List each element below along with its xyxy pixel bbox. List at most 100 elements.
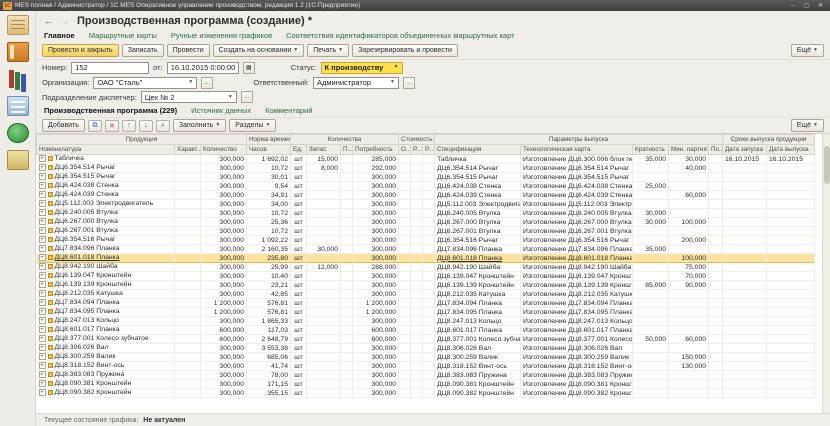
expander-icon[interactable]: + [39,299,46,306]
post-button[interactable]: Провести [167,44,210,57]
print-button[interactable]: Печать▼ [307,44,349,57]
move-up-icon[interactable]: ↑ [122,120,136,132]
column-header-charact[interactable]: Характ... [175,145,201,155]
column-header-o[interactable]: О... [399,145,411,155]
table-row[interactable]: +ДЦ8.090.381 Кронштейн300,000171,15шт300… [37,380,815,389]
table-row[interactable]: +ДЦ8.377.001 Колесо зубчатое600,0002 648… [37,335,815,344]
table-row[interactable]: +ДЦ8.318.152 Винт-ось300,00041,74шт300,0… [37,362,815,371]
expander-icon[interactable]: + [39,353,46,360]
expander-icon[interactable]: + [39,371,46,378]
expander-icon[interactable]: + [39,227,46,234]
responsible-select[interactable]: Администратор ▼ [313,77,399,89]
delete-row-icon[interactable]: ✕ [105,120,119,132]
expander-icon[interactable]: + [39,218,46,225]
page-data-source[interactable]: Источник данных [191,106,251,115]
expander-icon[interactable]: + [39,272,46,279]
expander-icon[interactable]: + [39,326,46,333]
column-header-unit[interactable]: Ед. [291,145,307,155]
move-down-icon[interactable]: ↓ [139,120,153,132]
department-select[interactable]: Цех № 2 ▼ [141,91,237,103]
table-row[interactable]: +ДЦ6.424.039 Стенка300,00034,91шт300,000… [37,191,815,200]
column-header-demand[interactable]: Потребность [353,145,399,155]
organization-select[interactable]: ОАО "Сталь" ▼ [93,77,197,89]
expander-icon[interactable]: + [39,164,46,171]
column-header-p[interactable]: П... [341,145,353,155]
table-row[interactable]: +ДЦ8.601.018 Планка300,000235,80шт300,00… [37,254,815,263]
column-group-header[interactable]: Параметры выпуска [435,135,723,145]
expander-icon[interactable]: + [39,236,46,243]
expander-icon[interactable]: + [39,182,46,189]
expander-icon[interactable]: + [39,281,46,288]
column-header-minb[interactable]: Мин. партия [669,145,709,155]
date-input[interactable] [167,62,239,74]
column-header-launch[interactable]: Дата запуска [723,145,767,155]
expander-icon[interactable]: + [39,173,46,180]
sidebar-catalogs-icon[interactable] [7,69,29,89]
expander-icon[interactable]: + [39,263,46,270]
column-header-qty[interactable]: Количество [201,145,247,155]
expander-icon[interactable]: + [39,389,46,396]
column-group-header[interactable]: Количества [291,135,399,145]
vertical-scrollbar[interactable] [822,134,830,413]
expander-icon[interactable]: + [39,380,46,387]
column-header-stock[interactable]: Запас [307,145,341,155]
column-header-mult[interactable]: Кратность [633,145,669,155]
sidebar-exchange-icon[interactable] [7,123,29,143]
table-row[interactable]: +ДЦ6.267.001 Втулка300,00010,72шт300,000… [37,227,815,236]
tab-route-maps[interactable]: Маршрутные карты [89,31,157,40]
table-row[interactable]: +ДЦ5.112.003 Электродвигатель300,00034,0… [37,200,815,209]
column-header-r2[interactable]: Р... [423,145,435,155]
copy-row-icon[interactable]: ⧉ [88,120,102,132]
column-header-release[interactable]: Дата выпуска [767,145,815,155]
expander-icon[interactable]: + [39,245,46,252]
table-row[interactable]: +ДЦ6.354.516 Рычаг300,0001 092,22шт300,0… [37,236,815,245]
create-based-on-button[interactable]: Создать на основании▼ [213,44,305,57]
table-row[interactable]: +ДЦ8.212.035 Катушка300,00042,85шт300,00… [37,290,815,299]
back-button[interactable]: ← [42,15,55,27]
table-row[interactable]: +ДЦ8.090.382 Кронштейн300,000355,15шт300… [37,389,815,398]
expander-icon[interactable]: + [39,335,46,342]
table-row[interactable]: +ДЦ7.834.096 Планка300,0002 160,35шт30,0… [37,245,815,254]
page-comment[interactable]: Комментарий [265,106,312,115]
table-row[interactable]: +ДЦ8.247.013 Кольцо300,0001 865,33шт300,… [37,317,815,326]
more-button[interactable]: Ещё▼ [791,44,824,57]
calendar-icon[interactable]: ▦ [243,62,255,74]
table-row[interactable]: +ДЦ8.601.017 Планка600,000117,03шт600,00… [37,326,815,335]
expander-icon[interactable]: + [39,308,46,315]
maximize-button[interactable]: ◻ [800,1,813,10]
post-and-close-button[interactable]: Провести и закрыть [42,44,119,57]
department-choose-icon[interactable]: … [241,91,253,103]
close-button[interactable]: ✕ [814,1,827,10]
table-row[interactable]: +ДЦ6.354.514 Рычаг300,00010,72шт8,000292… [37,164,815,173]
table-row[interactable]: +Табличка300,0001 692,02шт15,000285,000Т… [37,155,815,164]
tab-main[interactable]: Главное [44,31,75,40]
status-select[interactable]: К производству ▼ [321,62,403,74]
add-row-button[interactable]: Добавить [42,119,85,132]
table-row[interactable]: +ДЦ6.354.515 Рычаг300,00030,01шт300,000Д… [37,173,815,182]
expander-icon[interactable]: + [39,209,46,216]
table-row[interactable]: +ДЦ8.300.259 Валик300,000685,06шт300,000… [37,353,815,362]
page-production-program[interactable]: Производственная программа (229) [44,106,177,115]
column-group-header[interactable]: Норма времени [247,135,291,145]
expander-icon[interactable]: + [39,200,46,207]
organization-choose-icon[interactable]: … [201,77,213,89]
number-input[interactable] [71,62,149,74]
column-header-tech[interactable]: Технологическая карта [521,145,633,155]
sidebar-archive-icon[interactable] [7,150,29,170]
table-row[interactable]: +ДЦ8.942.190 Шайба300,00025,99шт12,00028… [37,263,815,272]
tab-route-map-id-mapping[interactable]: Соответствия идентификаторов объединенны… [286,31,514,40]
expander-icon[interactable]: + [39,317,46,324]
reserve-and-post-button[interactable]: Зарезервировать и провести [352,44,458,57]
table-row[interactable]: +ДЦ6.267.000 Втулка300,00025,36шт300,000… [37,218,815,227]
table-row[interactable]: +ДЦ6.139.139 Кронштейн300,00023,21шт300,… [37,281,815,290]
column-header-name[interactable]: Номенклатура [37,145,175,155]
column-header-hours[interactable]: Часов [247,145,291,155]
expander-icon[interactable]: + [39,362,46,369]
table-row[interactable]: +ДЦ7.834.094 Планка1 200,000576,81шт1 20… [37,299,815,308]
fill-button[interactable]: Заполнить▼ [173,119,226,132]
table-row[interactable]: +ДЦ8.383.083 Пружина300,00078,00шт300,00… [37,371,815,380]
responsible-choose-icon[interactable]: … [403,77,415,89]
column-group-header[interactable]: Сроки выпуска продукции [723,135,815,145]
expander-icon[interactable]: + [39,254,46,261]
column-header-spec[interactable]: Спецификация [435,145,521,155]
